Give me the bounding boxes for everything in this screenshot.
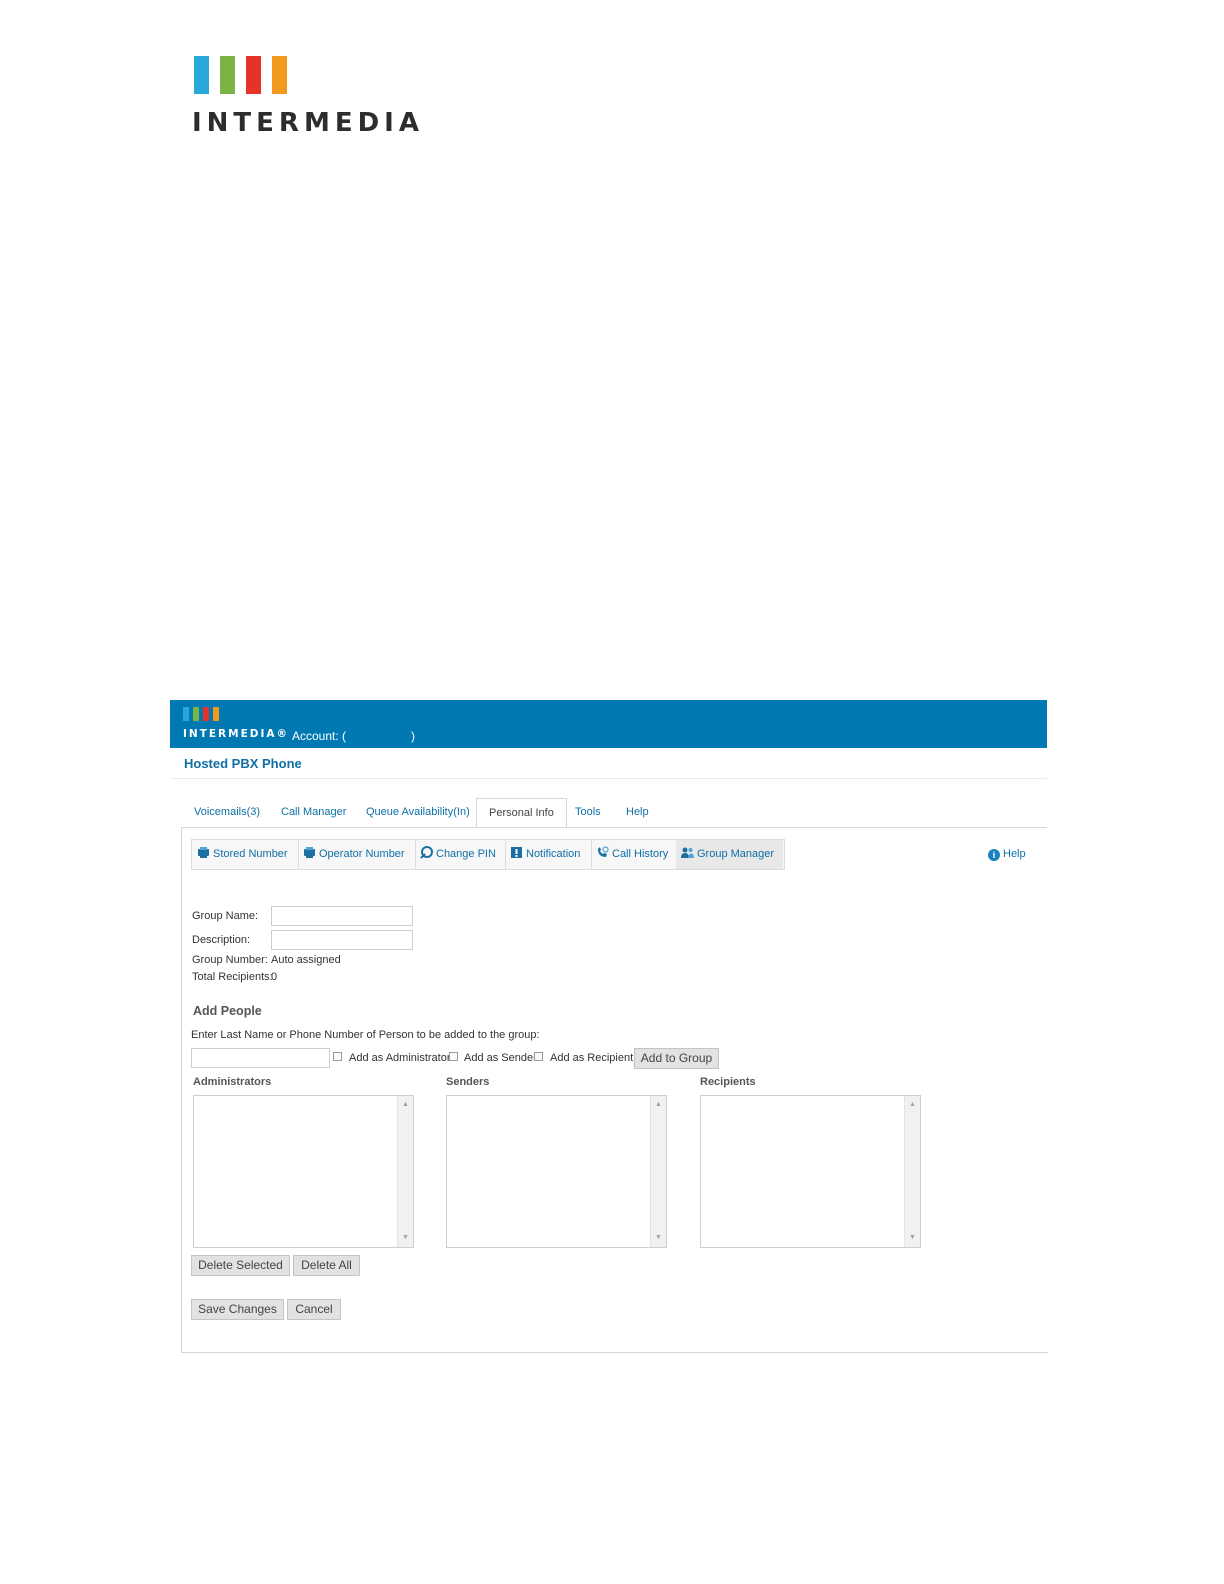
add-as-administrator-checkbox[interactable] <box>333 1052 342 1061</box>
intermedia-logo: INTERMEDIA <box>192 54 419 144</box>
logo-wordmark: INTERMEDIA <box>192 108 424 138</box>
call-history-icon <box>596 846 609 859</box>
change-pin-icon <box>420 846 433 859</box>
header-bar-orange <box>213 707 219 721</box>
recipients-listbox[interactable]: ▲ ▼ <box>700 1095 921 1248</box>
scrollbar[interactable]: ▲ ▼ <box>397 1096 413 1247</box>
cancel-button[interactable]: Cancel <box>287 1299 341 1320</box>
subnav-stored-number[interactable]: Stored Number <box>192 840 299 869</box>
scroll-up-arrow-icon[interactable]: ▲ <box>398 1098 413 1112</box>
tab-help[interactable]: Help <box>614 798 661 826</box>
scroll-down-arrow-icon[interactable]: ▼ <box>905 1231 920 1245</box>
group-number-value: Auto assigned <box>271 954 341 966</box>
logo-bar-green <box>220 56 235 94</box>
account-label-close: ) <box>411 729 415 743</box>
add-as-sender-checkbox[interactable] <box>449 1052 458 1061</box>
tab-call-manager[interactable]: Call Manager <box>269 798 358 826</box>
group-number-label: Group Number: <box>192 954 268 966</box>
group-name-label: Group Name: <box>192 910 259 922</box>
scrollbar[interactable]: ▲ ▼ <box>904 1096 920 1247</box>
group-name-input[interactable] <box>271 906 413 926</box>
info-icon: i <box>988 849 1000 861</box>
description-label: Description: <box>192 934 251 946</box>
hosted-pbx-app: INTERMEDIA® Account: ( ) Hosted PBX Phon… <box>170 700 1048 1360</box>
header-bar-red <box>203 707 209 721</box>
subnav-notification[interactable]: Notification <box>505 840 592 869</box>
logo-bar-blue <box>194 56 209 94</box>
subnav-label: Change PIN <box>436 848 496 860</box>
header-bar-blue <box>183 707 189 721</box>
subnav-call-history[interactable]: Call History <box>591 840 677 869</box>
help-link[interactable]: i Help <box>988 848 1026 861</box>
help-link-label: Help <box>1003 848 1026 860</box>
save-changes-button[interactable]: Save Changes <box>191 1299 284 1320</box>
page-title: Hosted PBX Phone <box>184 756 302 771</box>
description-input[interactable] <box>271 930 413 950</box>
logo-bar-orange <box>272 56 287 94</box>
delete-selected-button[interactable]: Delete Selected <box>191 1255 290 1276</box>
personal-info-panel: Stored Number Operator Number Change PIN… <box>181 827 1048 1353</box>
add-as-sender-label: Add as Sender <box>464 1052 537 1064</box>
main-tabs: Voicemails(3) Call Manager Queue Availab… <box>182 798 1047 828</box>
account-label: Account: ( <box>292 729 347 743</box>
administrators-heading: Administrators <box>193 1076 272 1088</box>
add-as-administrator-label: Add as Administrator <box>349 1052 451 1064</box>
header-brand: INTERMEDIA® <box>183 728 289 740</box>
subnav-change-pin[interactable]: Change PIN <box>415 840 506 869</box>
add-people-heading: Add People <box>193 1004 262 1018</box>
add-to-group-button[interactable]: Add to Group <box>634 1048 719 1069</box>
top-header-bar: INTERMEDIA® Account: ( ) <box>170 700 1047 748</box>
add-as-recipient-checkbox[interactable] <box>534 1052 543 1061</box>
add-as-recipient-label: Add as Recipient <box>550 1052 634 1064</box>
recipients-heading: Recipients <box>700 1076 756 1088</box>
subnav-group-manager[interactable]: Group Manager <box>676 840 783 869</box>
scroll-up-arrow-icon[interactable]: ▲ <box>651 1098 666 1112</box>
scrollbar[interactable]: ▲ ▼ <box>650 1096 666 1247</box>
logo-bar-red <box>246 56 261 94</box>
personal-info-subnav: Stored Number Operator Number Change PIN… <box>191 839 785 870</box>
tab-voicemails[interactable]: Voicemails(3) <box>182 798 272 826</box>
subnav-operator-number[interactable]: Operator Number <box>298 840 416 869</box>
header-bar-green <box>193 707 199 721</box>
scroll-down-arrow-icon[interactable]: ▼ <box>398 1231 413 1245</box>
scroll-up-arrow-icon[interactable]: ▲ <box>905 1098 920 1112</box>
subnav-label: Operator Number <box>319 848 405 860</box>
group-manager-icon <box>681 846 694 859</box>
tab-tools[interactable]: Tools <box>563 798 613 826</box>
operator-number-icon <box>303 846 316 859</box>
subnav-label: Call History <box>612 848 669 860</box>
scroll-down-arrow-icon[interactable]: ▼ <box>651 1231 666 1245</box>
subnav-label: Notification <box>526 848 581 860</box>
notification-icon <box>510 846 523 859</box>
add-people-instruction: Enter Last Name or Phone Number of Perso… <box>191 1029 540 1041</box>
person-search-input[interactable] <box>191 1048 330 1068</box>
stored-number-icon <box>197 846 210 859</box>
subnav-label: Group Manager <box>697 848 775 860</box>
delete-all-button[interactable]: Delete All <box>293 1255 360 1276</box>
subnav-label: Stored Number <box>213 848 288 860</box>
total-recipients-value: 0 <box>271 971 278 983</box>
tab-personal-info[interactable]: Personal Info <box>476 798 567 828</box>
title-divider <box>170 778 1047 779</box>
tab-queue-availability[interactable]: Queue Availability(In) <box>354 798 482 826</box>
senders-heading: Senders <box>446 1076 490 1088</box>
senders-listbox[interactable]: ▲ ▼ <box>446 1095 667 1248</box>
total-recipients-label: Total Recipients: <box>192 971 273 983</box>
administrators-listbox[interactable]: ▲ ▼ <box>193 1095 414 1248</box>
